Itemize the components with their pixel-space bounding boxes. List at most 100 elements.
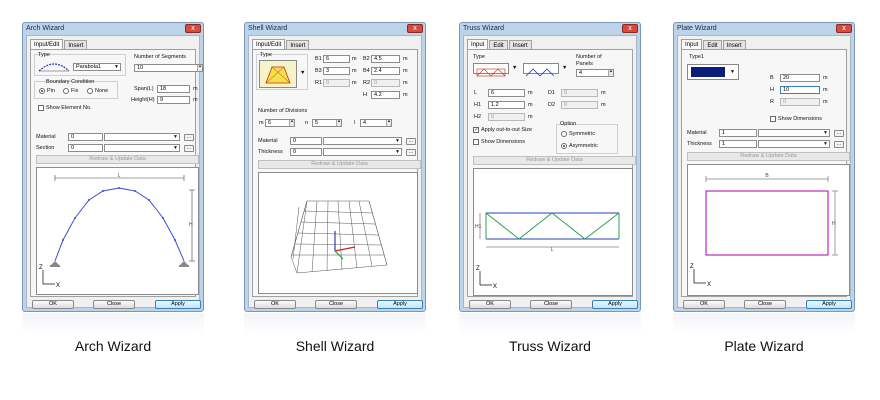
ok-button[interactable]: OK: [254, 300, 296, 309]
show-element-checkbox[interactable]: [38, 105, 44, 111]
material-input[interactable]: 0: [290, 137, 322, 145]
panels-value: 4: [579, 70, 583, 76]
b3-input[interactable]: 3: [323, 67, 350, 75]
spinner-icon[interactable]: ▲▼: [608, 70, 613, 76]
material-more-button[interactable]: ...: [406, 138, 416, 145]
redraw-button[interactable]: Redraw & Update Data: [258, 160, 421, 169]
spinner-icon[interactable]: ▲▼: [197, 65, 202, 71]
dropdown-arrow[interactable]: ▼: [562, 65, 567, 72]
show-element-label: Show Element No.: [46, 105, 92, 111]
radio-symmetric[interactable]: [561, 131, 567, 137]
close-button[interactable]: Close: [315, 300, 357, 309]
b1-input[interactable]: 6: [323, 55, 350, 63]
span-input[interactable]: 18: [157, 85, 190, 93]
material-select[interactable]: ▼: [758, 129, 830, 137]
thickness-select[interactable]: ▼: [758, 140, 830, 148]
dropdown-arrow[interactable]: ▼: [300, 70, 305, 77]
redraw-button[interactable]: Redraw & Update Data: [36, 155, 199, 164]
radio-asymmetric[interactable]: [561, 143, 567, 149]
window-reflection: [22, 313, 204, 335]
section-input[interactable]: 0: [68, 144, 103, 152]
b1-unit: m: [352, 56, 357, 62]
dim-l-label: L: [551, 247, 554, 253]
ok-button[interactable]: OK: [469, 300, 511, 309]
tab-panel: Type ▼ ▼ Number of Panels 4 ▲▼ L 6 m H1 1…: [467, 49, 636, 297]
chevron-down-icon: ▼: [395, 149, 400, 155]
thickness-more-button[interactable]: ...: [834, 141, 844, 148]
h2-input[interactable]: 0: [488, 113, 525, 121]
show-dim-checkbox[interactable]: [770, 116, 776, 122]
h1-input[interactable]: 1.2: [488, 101, 525, 109]
ok-button[interactable]: OK: [32, 300, 74, 309]
material-input[interactable]: 1: [719, 129, 757, 137]
close-button[interactable]: Close: [744, 300, 786, 309]
radio-pin[interactable]: [39, 88, 45, 94]
d2-input[interactable]: 0: [561, 101, 598, 109]
close-icon[interactable]: x: [622, 24, 638, 33]
close-button[interactable]: Close: [530, 300, 572, 309]
panels-label: Number of Panels: [576, 54, 602, 67]
panels-input[interactable]: 4 ▲▼: [576, 69, 614, 77]
plate-preview: B H Z X: [690, 173, 838, 288]
shell-type-icon[interactable]: [259, 60, 297, 88]
radio-fix-label: Fix: [71, 88, 79, 94]
truss-shape-icon[interactable]: [523, 63, 559, 77]
ok-button[interactable]: OK: [683, 300, 725, 309]
radio-fix[interactable]: [63, 88, 69, 94]
spinner-icon[interactable]: ▲▼: [336, 120, 341, 126]
thickness-input[interactable]: 0: [290, 148, 322, 156]
material-more-button[interactable]: ...: [834, 130, 844, 137]
l-unit: m: [528, 90, 533, 96]
arch-type-select[interactable]: Parabola1 ▼: [73, 63, 121, 71]
height-label: Height(H): [131, 97, 155, 103]
h-input[interactable]: 10: [780, 86, 820, 94]
b2-label: B2: [363, 56, 370, 62]
b2-input[interactable]: 4.5: [371, 55, 400, 63]
material-select[interactable]: ▼: [104, 133, 180, 141]
thickness-input[interactable]: 1: [719, 140, 757, 148]
radio-none[interactable]: [87, 88, 93, 94]
b4-input[interactable]: 2.4: [371, 67, 400, 75]
apply-button[interactable]: Apply: [377, 300, 423, 309]
segments-input[interactable]: 10 ▲▼: [134, 64, 203, 72]
close-icon[interactable]: x: [185, 24, 201, 33]
r2-input[interactable]: 0: [371, 79, 400, 87]
dropdown-arrow[interactable]: ▼: [512, 65, 517, 72]
material-select[interactable]: ▼: [323, 137, 402, 145]
b1-label: B1: [315, 56, 322, 62]
close-icon[interactable]: x: [836, 24, 852, 33]
apply-button[interactable]: Apply: [806, 300, 852, 309]
d1-input[interactable]: 0: [561, 89, 598, 97]
thickness-more-button[interactable]: ...: [406, 149, 416, 156]
close-button[interactable]: Close: [93, 300, 135, 309]
type-label: Type1: [689, 54, 704, 60]
n-input[interactable]: 5 ▲▼: [312, 119, 342, 127]
redraw-button[interactable]: Redraw & Update Data: [687, 152, 850, 161]
r-input[interactable]: 0: [780, 98, 820, 106]
section-more-button[interactable]: ...: [184, 145, 194, 152]
spinner-icon[interactable]: ▲▼: [386, 120, 391, 126]
truss-type-icon[interactable]: [473, 63, 509, 77]
plate-type-icon[interactable]: ▼: [687, 64, 739, 80]
spinner-icon[interactable]: ▲▼: [289, 120, 294, 126]
redraw-button[interactable]: Redraw & Update Data: [473, 156, 636, 165]
h-input[interactable]: 4.2: [371, 91, 400, 99]
height-input[interactable]: 9: [157, 96, 190, 104]
r1-input[interactable]: 0: [323, 79, 350, 87]
h2-unit: m: [528, 114, 533, 120]
show-dim-checkbox[interactable]: [473, 139, 479, 145]
material-input[interactable]: 0: [68, 133, 103, 141]
material-label: Material: [36, 134, 56, 140]
thickness-select[interactable]: ▼: [323, 148, 402, 156]
close-icon[interactable]: x: [407, 24, 423, 33]
apply-button[interactable]: Apply: [592, 300, 638, 309]
h1-unit: m: [528, 102, 533, 108]
material-more-button[interactable]: ...: [184, 134, 194, 141]
b-input[interactable]: 20: [780, 74, 820, 82]
apply-out-checkbox[interactable]: ✓: [473, 127, 479, 133]
l-input[interactable]: 4 ▲▼: [360, 119, 392, 127]
m-input[interactable]: 6 ▲▼: [265, 119, 295, 127]
apply-button[interactable]: Apply: [155, 300, 201, 309]
section-select[interactable]: ▼: [104, 144, 180, 152]
l-input[interactable]: 6: [488, 89, 525, 97]
